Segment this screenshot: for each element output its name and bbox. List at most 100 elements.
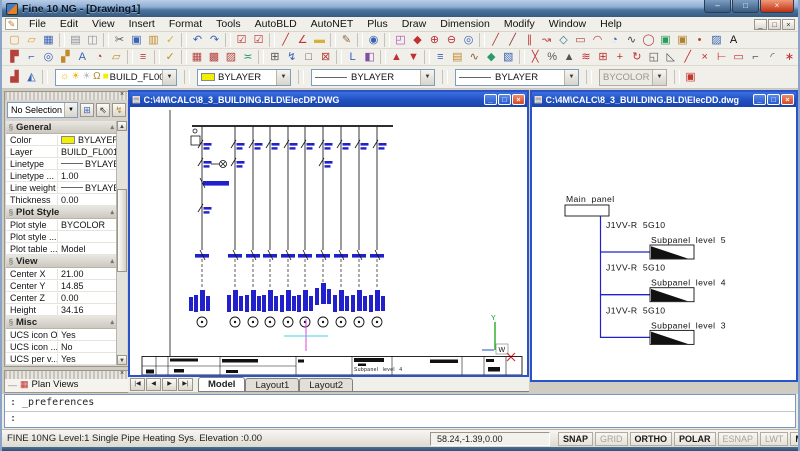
property-value[interactable]: 0.00	[58, 293, 116, 303]
toggle-grid[interactable]: GRID	[595, 432, 628, 446]
print-preview-button[interactable]: ◫	[84, 33, 101, 48]
construction-line-button[interactable]: ╱	[504, 33, 521, 48]
xref-button[interactable]: ▧	[500, 50, 517, 65]
save-button[interactable]: ▦	[40, 33, 57, 48]
open-button[interactable]: ▱	[23, 33, 40, 48]
tab-next-button[interactable]: ▶	[162, 378, 177, 391]
maximize-button[interactable]: □	[498, 94, 511, 105]
collapse-arrow-icon[interactable]: ▴	[110, 318, 114, 326]
tab-first-button[interactable]: |◀	[130, 378, 145, 391]
property-value[interactable]: 21.00	[58, 269, 116, 279]
property-value[interactable]: BUILD_FL001_US	[58, 147, 116, 157]
viewport-object-button[interactable]: ⊠	[317, 50, 334, 65]
bld-walls-button[interactable]: ▛	[6, 50, 23, 65]
menu-file[interactable]: File	[22, 17, 53, 31]
rectangle-button[interactable]: ▭	[572, 33, 589, 48]
chevron-down-icon[interactable]: ▼	[420, 70, 434, 85]
viewport-rect-button[interactable]: □	[300, 50, 317, 65]
menu-plus[interactable]: Plus	[360, 17, 394, 31]
hatch-button[interactable]: ▨	[708, 33, 725, 48]
menu-draw[interactable]: Draw	[395, 17, 434, 31]
tab-prev-button[interactable]: ◀	[146, 378, 161, 391]
plot-style-edit-button[interactable]: ☑	[250, 33, 267, 48]
zoom-dynamic-button[interactable]: ◆	[409, 33, 426, 48]
menu-tools[interactable]: Tools	[209, 17, 248, 31]
bld-rooms-button[interactable]: ▞	[57, 50, 74, 65]
maximize-button[interactable]: □	[732, 0, 759, 13]
redo-button[interactable]: ↷	[206, 33, 223, 48]
menu-autobld[interactable]: AutoBLD	[248, 17, 304, 31]
net-junction-button[interactable]: ▨	[222, 50, 239, 65]
stretch-button[interactable]: ◺	[662, 50, 679, 65]
print-button[interactable]: ▤	[67, 33, 84, 48]
close-button[interactable]: ×	[781, 94, 794, 105]
command-line-panel[interactable]: : _preferences :	[4, 394, 796, 428]
toggle-ortho[interactable]: ORTHO	[630, 432, 673, 446]
extend-button[interactable]: ⊢	[713, 50, 730, 65]
layer-manager-button[interactable]: ▤	[449, 50, 466, 65]
property-value[interactable]: Model	[58, 244, 116, 254]
mdi-restore-button[interactable]: □	[768, 19, 781, 30]
bld-openings-button[interactable]: ⌐	[23, 50, 40, 65]
drawing-window-title-bar[interactable]: ▤ C:\4M\CALC\8_3_BUILDING.BLD\ElecDP.DWG…	[130, 92, 527, 107]
array-button[interactable]: ⊞	[594, 50, 611, 65]
layer-up-button[interactable]: ▲	[388, 50, 405, 65]
tab-model[interactable]: Model	[198, 377, 245, 391]
menu-modify[interactable]: Modify	[497, 17, 542, 31]
chevron-down-icon[interactable]: ▼	[64, 103, 77, 117]
toggle-snap[interactable]: SNAP	[558, 432, 593, 446]
make-object-layer-current-button[interactable]: ▣	[682, 70, 699, 85]
bld-text-button[interactable]: A	[74, 50, 91, 65]
new-button[interactable]: ▢	[6, 33, 23, 48]
bld-update-button[interactable]: ✓	[162, 50, 179, 65]
arc-button[interactable]: ◠	[589, 33, 606, 48]
toggle-polar[interactable]: POLAR	[674, 432, 716, 446]
selection-combo[interactable]: No Selection ▼	[7, 102, 78, 118]
tab-layout2[interactable]: Layout2	[299, 378, 353, 391]
minimize-button[interactable]: _	[753, 94, 766, 105]
block-library-button[interactable]: ◆	[483, 50, 500, 65]
bld-axonometric-button[interactable]: ◭	[23, 70, 40, 85]
property-value[interactable]: BYLAYER	[58, 183, 116, 193]
drawing-window-title-bar[interactable]: ▤ C:\4M\CALC\8_3_BUILDING.BLD\ElecDD.dwg…	[532, 92, 796, 107]
layer-lock-icon[interactable]: Ω	[93, 72, 100, 82]
chamfer-button[interactable]: ⌐	[747, 50, 764, 65]
sketch-button[interactable]: ✎	[338, 33, 355, 48]
zoom-in-button[interactable]: ⊕	[426, 33, 443, 48]
close-button[interactable]: ×	[512, 94, 525, 105]
layer-combo[interactable]: ☼☀☀Ω■ BUILD_FL001_US ▼	[55, 69, 177, 86]
net-panel-button[interactable]: ▦	[189, 50, 206, 65]
menu-window[interactable]: Window	[542, 17, 593, 31]
zoom-realtime-button[interactable]: ◉	[365, 33, 382, 48]
property-value[interactable]: 0.00	[58, 195, 116, 205]
menu-view[interactable]: View	[85, 17, 122, 31]
layer-down-button[interactable]: ▼	[405, 50, 422, 65]
rotate-button[interactable]: ↻	[628, 50, 645, 65]
properties-scrollbar[interactable]: ▲ ▼	[116, 121, 127, 365]
quick-select-button[interactable]: ⊞	[80, 103, 94, 117]
viewport-polyline-button[interactable]: ↯	[283, 50, 300, 65]
section-header-misc[interactable]: §Misc▴	[6, 316, 116, 329]
ellipse-button[interactable]: ◯	[640, 33, 657, 48]
property-value[interactable]: No	[58, 342, 116, 352]
ucs-preset-button[interactable]: ◧	[361, 50, 378, 65]
area-button[interactable]: ▬	[311, 33, 328, 48]
offset-button[interactable]: ≋	[578, 50, 595, 65]
fillet-button[interactable]: ◜	[764, 50, 781, 65]
zoom-window-button[interactable]: ◰	[392, 33, 409, 48]
layer-on-bulb-icon[interactable]: ☼	[60, 72, 69, 82]
layer-freeze-sun-icon[interactable]: ☀	[71, 72, 80, 82]
coordinates-display[interactable]: 58.24,-1.39,0.00	[430, 432, 550, 446]
collapse-arrow-icon[interactable]: ▴	[110, 123, 114, 131]
spline-button[interactable]: ∿	[623, 33, 640, 48]
scrollbar-thumb[interactable]	[117, 189, 127, 272]
bld-find-button[interactable]: ◎	[40, 50, 57, 65]
dist-button[interactable]: ╱	[277, 33, 294, 48]
property-value[interactable]: 1.00	[58, 171, 116, 181]
menu-format[interactable]: Format	[162, 17, 209, 31]
trim-button[interactable]: ×	[696, 50, 713, 65]
collapse-arrow-icon[interactable]: ▴	[110, 208, 114, 216]
net-legend-button[interactable]: ≍	[239, 50, 256, 65]
property-value[interactable]: BYLAYER	[58, 135, 116, 145]
point-button[interactable]: •	[691, 33, 708, 48]
